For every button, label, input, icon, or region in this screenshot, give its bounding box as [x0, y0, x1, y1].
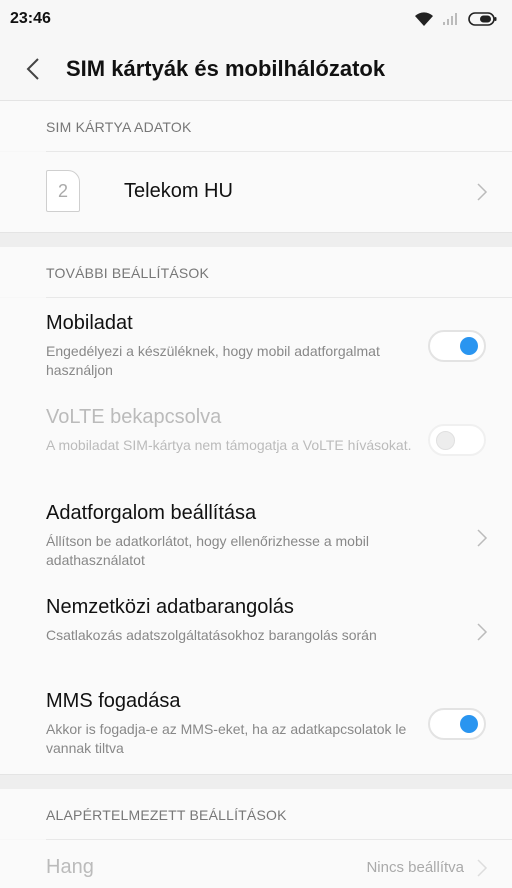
- section-header-more: TOVÁBBI BEÁLLÍTÁSOK: [0, 247, 512, 297]
- setting-title: MMS fogadása: [46, 690, 181, 712]
- section-gap: [0, 774, 512, 790]
- setting-row-mobile-data[interactable]: Mobiladat Engedélyezi a készüléknek, hog…: [0, 298, 512, 394]
- setting-subtitle: Akkor is fogadja-e az MMS-eket, ha az ad…: [46, 721, 407, 756]
- section-label: ALAPÉRTELMEZETT BEÁLLÍTÁSOK: [46, 807, 287, 823]
- section-gap: [0, 232, 512, 248]
- section-header-defaults: ALAPÉRTELMEZETT BEÁLLÍTÁSOK: [0, 789, 512, 839]
- setting-subtitle: Engedélyezi a készüléknek, hogy mobil ad…: [46, 343, 380, 378]
- toggle-knob: [436, 431, 455, 450]
- chevron-right-icon: [477, 183, 488, 201]
- setting-title: VoLTE bekapcsolva: [46, 406, 222, 428]
- chevron-right-icon: [477, 529, 488, 547]
- setting-subtitle: Állítson be adatkorlátot, hogy ellenőriz…: [46, 533, 369, 568]
- setting-row-volte: VoLTE bekapcsolva A mobiladat SIM-kártya…: [0, 394, 512, 490]
- wifi-icon: [415, 12, 433, 26]
- chevron-left-icon: [26, 58, 39, 80]
- battery-icon: [468, 12, 497, 26]
- setting-title: Adatforgalom beállítása: [46, 502, 257, 524]
- mobile-data-toggle[interactable]: [428, 330, 486, 362]
- chevron-right-icon: [477, 623, 488, 641]
- sim-card-row[interactable]: 2 Telekom HU: [0, 152, 512, 232]
- mms-toggle[interactable]: [428, 708, 486, 740]
- volte-toggle: [428, 424, 486, 456]
- setting-subtitle: Csatlakozás adatszolgáltatásokhoz barang…: [46, 627, 377, 643]
- setting-title: Nemzetközi adatbarangolás: [46, 596, 294, 618]
- status-bar: 23:46: [0, 0, 512, 38]
- toggle-knob: [460, 715, 478, 733]
- setting-row-data-usage[interactable]: Adatforgalom beállítása Állítson be adat…: [0, 490, 512, 584]
- signal-icon: [443, 13, 457, 25]
- setting-row-sound: Hang Nincs beállítva: [0, 840, 512, 888]
- section-header-sim: SIM KÁRTYA ADATOK: [0, 101, 512, 151]
- setting-row-mms[interactable]: MMS fogadása Akkor is fogadja-e az MMS-e…: [0, 678, 512, 774]
- chevron-right-icon: [477, 859, 488, 877]
- setting-title: Mobiladat: [46, 312, 133, 334]
- section-label: TOVÁBBI BEÁLLÍTÁSOK: [46, 265, 210, 281]
- sim-operator-name: Telekom HU: [124, 180, 233, 202]
- page-title: SIM kártyák és mobilhálózatok: [66, 56, 386, 81]
- setting-title: Hang: [46, 856, 94, 878]
- status-icons: [414, 9, 498, 29]
- status-time: 23:46: [10, 10, 51, 27]
- sim-card-icon: 2: [46, 170, 80, 212]
- sim-slot-number: 2: [57, 180, 68, 201]
- section-label: SIM KÁRTYA ADATOK: [46, 119, 192, 135]
- app-bar: SIM kártyák és mobilhálózatok: [0, 38, 512, 101]
- toggle-knob: [460, 337, 478, 355]
- back-button[interactable]: [18, 52, 48, 86]
- setting-value: Nincs beállítva: [366, 859, 464, 876]
- setting-row-roaming[interactable]: Nemzetközi adatbarangolás Csatlakozás ad…: [0, 584, 512, 678]
- setting-subtitle: A mobiladat SIM-kártya nem támogatja a V…: [46, 437, 412, 453]
